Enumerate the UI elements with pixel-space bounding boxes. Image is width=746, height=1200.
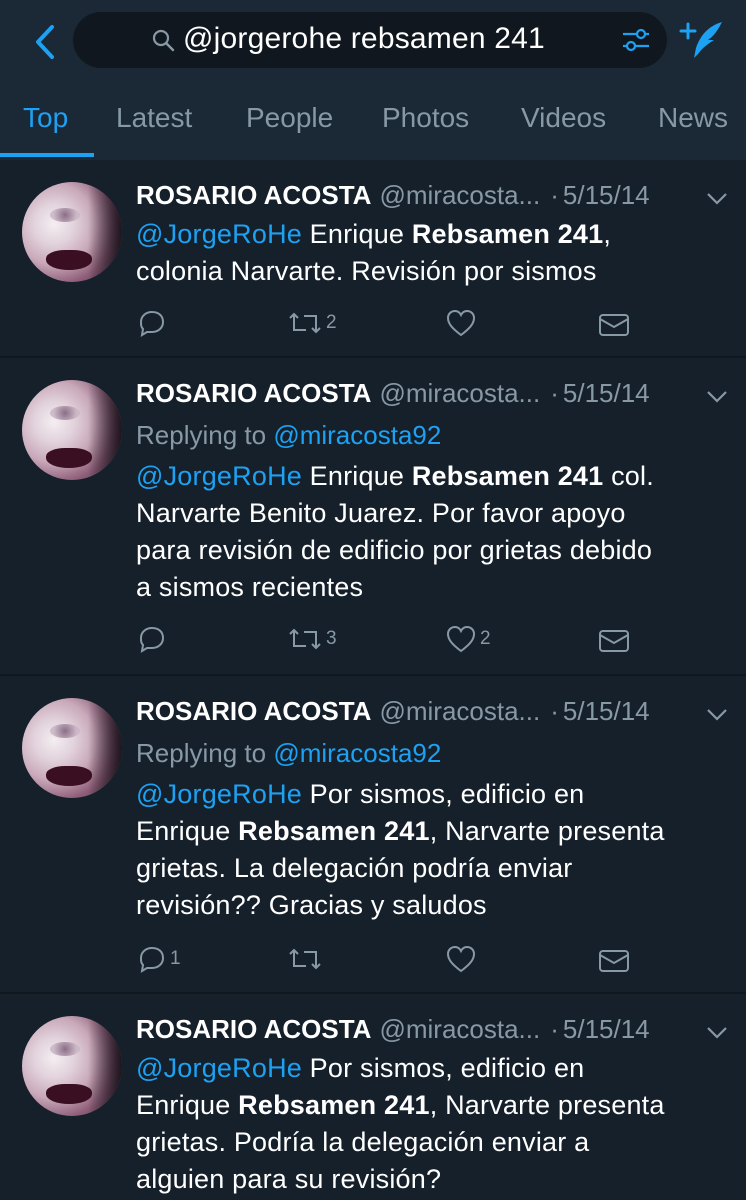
tab-news[interactable]: News (658, 102, 728, 134)
tab-latest[interactable]: Latest (116, 102, 192, 134)
display-name[interactable]: ROSARIO ACOSTA (136, 180, 371, 210)
handle: @miracosta... (379, 378, 541, 408)
search-icon (152, 29, 175, 52)
timestamp: 5/15/14 (562, 1014, 650, 1044)
avatar[interactable] (22, 698, 122, 798)
back-arrow-icon (36, 25, 54, 59)
tab-top[interactable]: Top (23, 102, 68, 134)
retweet-icon (289, 312, 321, 334)
direct-message-button[interactable] (598, 946, 630, 976)
reply-button[interactable]: 1 (138, 944, 181, 974)
mention-link[interactable]: @JorgeRoHe (136, 461, 302, 491)
reply-icon (139, 626, 165, 653)
mention-link[interactable]: @JorgeRoHe (136, 779, 302, 809)
display-name[interactable]: ROSARIO ACOSTA (136, 378, 371, 408)
tweet[interactable]: ROSARIO ACOSTA @miracosta... · 5/15/14 @Jor… (0, 160, 746, 358)
separator-dot: · (550, 1014, 559, 1044)
direct-message-button[interactable] (598, 626, 630, 656)
like-icon (446, 625, 476, 653)
tab-videos[interactable]: Videos (521, 102, 606, 134)
tweet-header: ROSARIO ACOSTA @miracosta... · 5/15/14 (136, 378, 650, 409)
like-button[interactable]: 2 (446, 624, 491, 654)
tab-photos[interactable]: Photos (382, 102, 469, 134)
filter-icon[interactable] (621, 26, 651, 54)
back-button[interactable] (28, 20, 62, 64)
reply-button[interactable] (138, 624, 170, 654)
reply-icon (139, 946, 165, 973)
avatar[interactable] (22, 1016, 122, 1116)
handle: @miracosta... (379, 1014, 541, 1044)
dm-icon (599, 950, 629, 972)
display-name[interactable]: ROSARIO ACOSTA (136, 1014, 371, 1044)
compose-tweet-icon[interactable] (678, 18, 726, 66)
like-button[interactable] (446, 944, 480, 974)
chevron-down-icon[interactable] (706, 1026, 728, 1040)
tab-people[interactable]: People (246, 102, 333, 134)
handle: @miracosta... (379, 180, 541, 210)
like-icon (446, 309, 476, 337)
tweet-text: @JorgeRoHe Por sismos, edificio en Enriq… (136, 1053, 665, 1194)
reply-icon (139, 310, 165, 337)
like-button[interactable] (446, 308, 480, 338)
mention-link[interactable]: @JorgeRoHe (136, 219, 302, 249)
tweet-header: ROSARIO ACOSTA @miracosta... · 5/15/14 (136, 180, 650, 211)
tweet[interactable]: ROSARIO ACOSTA @miracosta... · 5/15/14 Repl… (0, 676, 746, 994)
reply-button[interactable] (138, 308, 170, 338)
replying-to: Replying to @miracosta92 (136, 738, 442, 768)
tweet[interactable]: ROSARIO ACOSTA @miracosta... · 5/15/14 Repl… (0, 358, 746, 676)
top-bar: @jorgerohe rebsamen 241 Top Latest Peopl… (0, 0, 746, 160)
tweet[interactable]: ROSARIO ACOSTA @miracosta... · 5/15/14 @Jor… (0, 994, 746, 1200)
dm-icon (599, 314, 629, 336)
dm-icon (599, 630, 629, 652)
replying-to-link[interactable]: @miracosta92 (273, 420, 441, 450)
active-tab-indicator (0, 153, 94, 157)
replying-to: Replying to @miracosta92 (136, 420, 442, 450)
timestamp: 5/15/14 (562, 180, 650, 210)
avatar[interactable] (22, 380, 122, 480)
retweet-icon (289, 628, 321, 650)
tweet-header: ROSARIO ACOSTA @miracosta... · 5/15/14 (136, 696, 650, 727)
timestamp: 5/15/14 (562, 696, 650, 726)
separator-dot: · (550, 378, 559, 408)
tweet-text: @JorgeRoHe Enrique Rebsamen 241, colonia… (136, 219, 612, 286)
tab-bar: Top Latest People Photos Videos News (0, 88, 746, 160)
timestamp: 5/15/14 (562, 378, 650, 408)
search-query[interactable]: @jorgerohe rebsamen 241 (183, 22, 545, 56)
direct-message-button[interactable] (598, 310, 630, 340)
retweet-button[interactable]: 2 (288, 308, 337, 338)
chevron-down-icon[interactable] (706, 708, 728, 722)
handle: @miracosta... (379, 696, 541, 726)
display-name[interactable]: ROSARIO ACOSTA (136, 696, 371, 726)
chevron-down-icon[interactable] (706, 390, 728, 404)
avatar[interactable] (22, 182, 122, 282)
chevron-down-icon[interactable] (706, 192, 728, 206)
replying-to-link[interactable]: @miracosta92 (273, 738, 441, 768)
separator-dot: · (550, 696, 559, 726)
separator-dot: · (550, 180, 559, 210)
tweet-header: ROSARIO ACOSTA @miracosta... · 5/15/14 (136, 1014, 650, 1045)
mention-link[interactable]: @JorgeRoHe (136, 1053, 302, 1083)
retweet-button[interactable] (288, 944, 326, 974)
search-bar[interactable]: @jorgerohe rebsamen 241 (73, 12, 667, 68)
like-icon (446, 945, 476, 973)
tweet-text: @JorgeRoHe Por sismos, edificio en Enriq… (136, 779, 665, 920)
retweet-button[interactable]: 3 (288, 624, 337, 654)
tweet-text: @JorgeRoHe Enrique Rebsamen 241 col. Nar… (136, 461, 654, 602)
retweet-icon (289, 948, 321, 970)
